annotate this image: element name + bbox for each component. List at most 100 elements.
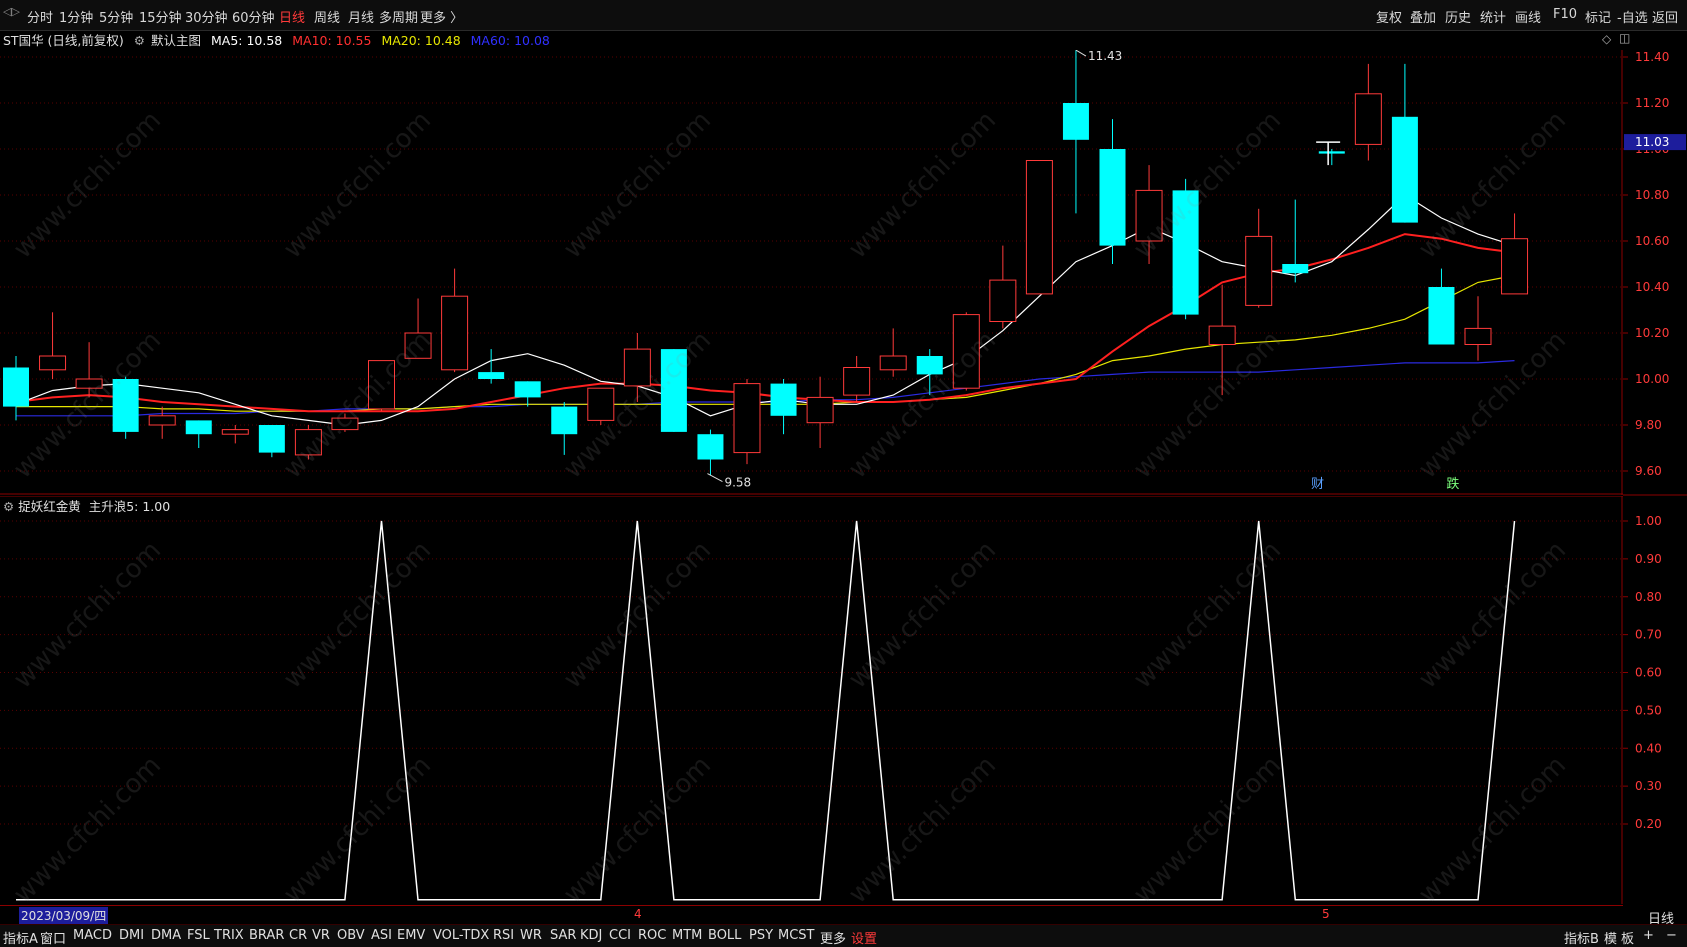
toolbar-right-6[interactable]: 标记 xyxy=(1585,7,1611,26)
candle-11[interactable] xyxy=(404,298,432,359)
diamond-icon[interactable]: ◇ xyxy=(1602,32,1611,46)
candle-26[interactable] xyxy=(952,312,980,391)
tab-4[interactable]: 30分钟 xyxy=(185,7,228,26)
toolbar-right-0[interactable]: 复权 xyxy=(1376,7,1402,26)
indicator-tab-24[interactable]: 更多 xyxy=(820,928,846,947)
indicator-tab-18[interactable]: CCI xyxy=(609,928,631,943)
indicator-tab-19[interactable]: ROC xyxy=(638,928,666,943)
candle-19[interactable] xyxy=(697,429,724,476)
main-kline-chart[interactable]: 11.43 9.58 财 跌 xyxy=(0,50,1623,495)
candle-1[interactable] xyxy=(39,312,67,379)
indicator-chart[interactable] xyxy=(0,496,1623,904)
toolbar-right-2[interactable]: 历史 xyxy=(1445,7,1471,26)
candle-33[interactable] xyxy=(1208,284,1236,396)
candle-13[interactable] xyxy=(478,349,505,384)
indicator-tab-13[interactable]: VOL-TDX xyxy=(433,928,489,943)
candle-7[interactable] xyxy=(258,425,285,458)
candle-27[interactable] xyxy=(989,245,1017,329)
candle-9[interactable] xyxy=(331,413,359,432)
indicator-tab-6[interactable]: TRIX xyxy=(214,928,244,943)
indicator-tab-0[interactable]: 指标A xyxy=(3,928,38,947)
candle-15[interactable] xyxy=(551,402,578,455)
toolbar-right-7[interactable]: -自选 xyxy=(1617,7,1648,26)
bottom-right-1[interactable]: 模 xyxy=(1604,928,1617,947)
candle-20[interactable] xyxy=(733,379,761,465)
toolbar-right-3[interactable]: 统计 xyxy=(1480,7,1506,26)
indicator-tab-3[interactable]: DMI xyxy=(119,928,144,943)
candle-34[interactable] xyxy=(1245,208,1273,308)
candle-25[interactable] xyxy=(916,349,943,396)
candle-40[interactable] xyxy=(1464,296,1492,361)
tab-5[interactable]: 60分钟 xyxy=(232,7,275,26)
indicator-tab-10[interactable]: OBV xyxy=(337,928,365,943)
candle-37[interactable] xyxy=(1354,63,1382,161)
candle-4[interactable] xyxy=(148,406,176,439)
indicator-tab-8[interactable]: CR xyxy=(289,928,307,943)
candle-30[interactable] xyxy=(1099,119,1126,264)
indicator-tab-15[interactable]: WR xyxy=(520,928,542,943)
toolbar-right-8[interactable]: 返回 xyxy=(1652,7,1678,26)
candle-2[interactable] xyxy=(75,342,103,398)
tab-9[interactable]: 多周期 xyxy=(379,7,418,26)
candle-22[interactable] xyxy=(806,376,834,448)
tab-7[interactable]: 周线 xyxy=(314,7,340,26)
candle-28[interactable] xyxy=(1025,160,1053,295)
candle-10[interactable] xyxy=(368,360,395,412)
indicator-tab-9[interactable]: VR xyxy=(312,928,330,943)
indicator-tab-7[interactable]: BRAR xyxy=(249,928,284,943)
indicator-tab-25[interactable]: 设置 xyxy=(851,928,877,947)
tab-3[interactable]: 15分钟 xyxy=(139,7,182,26)
candle-21[interactable] xyxy=(770,379,797,435)
candle-41[interactable] xyxy=(1501,213,1529,295)
candle-3[interactable] xyxy=(112,376,139,439)
candle-12[interactable] xyxy=(441,268,469,373)
bottom-right-0[interactable]: 指标B xyxy=(1564,928,1599,947)
candle-14[interactable] xyxy=(514,381,541,407)
template-gear-icon[interactable]: ⚙ xyxy=(134,33,145,48)
bottom-right-4[interactable]: − xyxy=(1666,928,1677,943)
template-name[interactable]: 默认主图 xyxy=(151,33,201,48)
tab-6[interactable]: 日线 xyxy=(279,7,305,26)
indicator-tab-1[interactable]: 窗口 xyxy=(40,928,66,947)
tab-2[interactable]: 5分钟 xyxy=(99,7,133,26)
candle-24[interactable] xyxy=(879,328,907,377)
candle-38[interactable] xyxy=(1391,63,1418,223)
candle-18[interactable] xyxy=(660,349,687,432)
indicator-tab-22[interactable]: PSY xyxy=(749,928,773,943)
candle-8[interactable] xyxy=(294,425,322,460)
stock-title[interactable]: ST国华 (日线,前复权) xyxy=(3,33,124,48)
candle-6[interactable] xyxy=(221,425,249,444)
bottom-right-3[interactable]: + xyxy=(1643,928,1654,943)
nav-arrows[interactable]: ◁▷ xyxy=(3,5,20,18)
indicator-tab-2[interactable]: MACD xyxy=(73,928,112,943)
tab-10[interactable]: 更多 〉 xyxy=(420,7,463,26)
tab-8[interactable]: 月线 xyxy=(348,7,374,26)
indicator-tab-11[interactable]: ASI xyxy=(371,928,392,943)
toolbar-right-4[interactable]: 画线 xyxy=(1515,7,1541,26)
tab-0[interactable]: 分时 xyxy=(27,7,53,26)
indicator-tab-12[interactable]: EMV xyxy=(397,928,425,943)
bottom-right-2[interactable]: 板 xyxy=(1621,928,1634,947)
candle-36[interactable] xyxy=(1318,149,1345,166)
indicator-tab-17[interactable]: KDJ xyxy=(580,928,602,943)
indicator-tab-5[interactable]: FSL xyxy=(187,928,210,943)
indicator-tab-23[interactable]: MCST xyxy=(778,928,815,943)
toolbar-right-1[interactable]: 叠加 xyxy=(1410,7,1436,26)
toolbar-right-5[interactable]: F10 xyxy=(1553,7,1577,22)
price-tick-6: 10.20 xyxy=(1635,326,1669,340)
indicator-tab-16[interactable]: SAR xyxy=(550,928,576,943)
candle-17[interactable] xyxy=(623,333,651,402)
candle-29[interactable] xyxy=(1062,50,1089,214)
candle-39[interactable] xyxy=(1428,268,1455,345)
candle-0[interactable] xyxy=(3,356,29,421)
indicator-tab-21[interactable]: BOLL xyxy=(708,928,741,943)
indicator-tab-14[interactable]: RSI xyxy=(493,928,514,943)
indicator-tab-4[interactable]: DMA xyxy=(151,928,181,943)
tab-1[interactable]: 1分钟 xyxy=(59,7,93,26)
candle-31[interactable] xyxy=(1135,165,1163,264)
indicator-tab-20[interactable]: MTM xyxy=(672,928,702,943)
candle-5[interactable] xyxy=(185,420,212,448)
candle-32[interactable] xyxy=(1172,178,1199,320)
candle-23[interactable] xyxy=(843,356,871,402)
candle-16[interactable] xyxy=(587,387,615,425)
